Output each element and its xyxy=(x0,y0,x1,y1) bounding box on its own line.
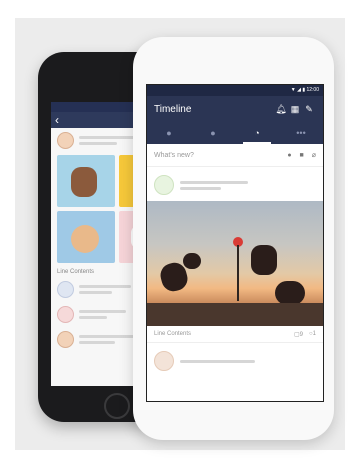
lamp-pole xyxy=(237,245,239,301)
avatar xyxy=(57,132,74,149)
bell-icon[interactable]: 🔔︎ xyxy=(274,102,288,116)
tab-more[interactable]: ••• xyxy=(279,122,323,144)
comment-count[interactable]: ○1 xyxy=(309,331,316,337)
compose-bar[interactable]: What's new? ● ■ ⌀ xyxy=(147,144,323,167)
like-count[interactable]: ▢9 xyxy=(294,331,303,338)
grid-icon[interactable]: ▦ xyxy=(288,102,302,116)
text-placeholder xyxy=(79,136,136,139)
post-header xyxy=(147,167,323,201)
sticker-thumbnail[interactable] xyxy=(57,155,115,207)
ground xyxy=(147,303,323,326)
text-placeholder xyxy=(79,142,117,145)
more-icon: ••• xyxy=(296,128,306,138)
status-bar: ▼ ◢ ▮ 12:00 xyxy=(147,85,323,96)
chat-icon: ● xyxy=(210,128,216,138)
avatar[interactable] xyxy=(154,175,174,195)
app-header: Timeline 🔔︎ ▦ ✎ xyxy=(147,96,323,122)
camera-icon[interactable]: ■ xyxy=(300,152,304,159)
tab-chats[interactable]: ● xyxy=(191,122,235,144)
back-arrow-icon[interactable]: ‹ xyxy=(55,113,59,127)
post-source[interactable]: Line Contents xyxy=(154,331,288,337)
avatar xyxy=(57,281,74,298)
avatar[interactable] xyxy=(154,351,174,371)
person-icon: ● xyxy=(166,128,172,138)
tab-friends[interactable]: ● xyxy=(147,122,191,144)
page-title: Timeline xyxy=(154,103,192,115)
post-meta: Line Contents ▢9 ○1 xyxy=(147,326,323,343)
character-silhouette xyxy=(275,281,305,305)
character-silhouette xyxy=(183,253,201,269)
sticker-thumbnail[interactable] xyxy=(57,211,115,263)
text-placeholder xyxy=(180,186,221,190)
link-icon[interactable]: ⌀ xyxy=(312,151,316,159)
tab-timeline[interactable]: ◔ xyxy=(235,122,279,144)
compose-placeholder[interactable]: What's new? xyxy=(154,152,279,159)
post-photo[interactable] xyxy=(147,201,323,326)
front-phone-screen: ▼ ◢ ▮ 12:00 Timeline 🔔︎ ▦ ✎ ● ● ◔ ••• Wh… xyxy=(146,84,324,402)
timeline-icon: ◔ xyxy=(254,128,260,138)
tab-bar: ● ● ◔ ••• xyxy=(147,122,323,144)
text-placeholder xyxy=(180,359,255,363)
home-button[interactable] xyxy=(104,393,130,419)
emoji-icon[interactable]: ● xyxy=(287,152,291,159)
list-item[interactable] xyxy=(147,343,323,379)
text-placeholder xyxy=(180,180,248,184)
avatar xyxy=(57,331,74,348)
avatar xyxy=(57,306,74,323)
character-silhouette xyxy=(251,245,277,275)
pencil-icon[interactable]: ✎ xyxy=(302,102,316,116)
